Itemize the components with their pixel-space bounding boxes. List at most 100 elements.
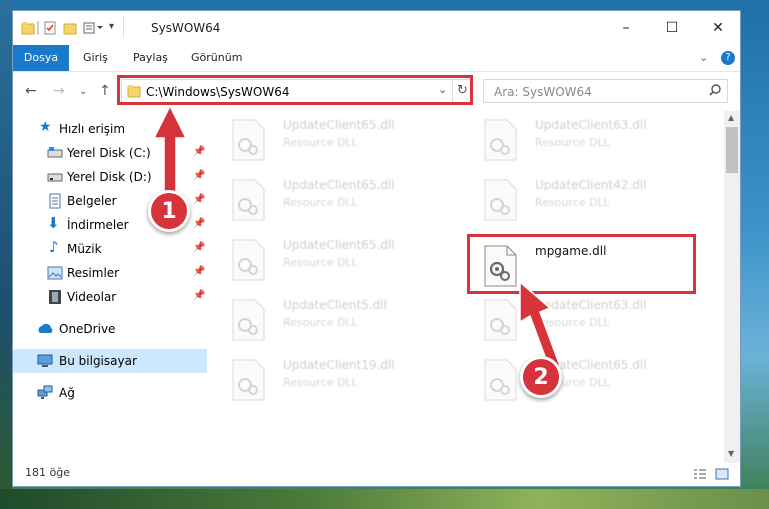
file-name: UpdateClient65.dll <box>283 118 395 132</box>
chevron-down-icon[interactable]: ⌄ <box>699 51 708 64</box>
dll-file-icon <box>483 179 517 221</box>
dll-file-icon <box>483 119 517 161</box>
file-type: Resource DLL <box>283 196 358 209</box>
folder-icon <box>21 21 35 35</box>
title-bar: ▾ SysWOW64 – ☐ ✕ <box>13 11 740 45</box>
item-count: 181 öğe <box>25 466 70 479</box>
step-badge-1: 1 <box>148 190 190 232</box>
documents-icon <box>47 193 63 209</box>
tab-share[interactable]: Paylaş <box>133 45 168 71</box>
tab-home[interactable]: Giriş <box>83 45 108 71</box>
drive-icon <box>47 169 63 185</box>
dll-file-icon <box>231 239 265 281</box>
pin-icon[interactable]: 📌 <box>193 146 205 157</box>
search-placeholder: Ara: SysWOW64 <box>494 85 592 99</box>
new-folder-icon[interactable] <box>63 21 77 35</box>
file-item[interactable]: UpdateClient65.dll Resource DLL <box>221 113 451 167</box>
tab-view[interactable]: Görünüm <box>191 45 242 71</box>
pin-icon[interactable]: 📌 <box>193 266 205 277</box>
search-box[interactable]: Ara: SysWOW64 <box>483 79 728 103</box>
file-highlight <box>467 234 696 294</box>
nav-label: Yerel Disk (C:) <box>67 146 151 160</box>
scrollbar-thumb[interactable] <box>726 127 738 173</box>
nav-this-pc[interactable]: Bu bilgisayar <box>13 349 207 373</box>
nav-item-music[interactable]: ♪ Müzik 📌 <box>13 237 207 261</box>
nav-label: Müzik <box>67 242 102 256</box>
desktop-wallpaper <box>0 0 12 509</box>
details-view-icon[interactable] <box>693 468 707 483</box>
toolbar-separator <box>37 21 39 35</box>
file-name: UpdateClient5.dll <box>283 298 387 312</box>
music-note-icon: ♪ <box>49 238 59 256</box>
file-type: Resource DLL <box>283 256 358 269</box>
nav-network[interactable]: Ağ <box>13 381 207 405</box>
file-name: UpdateClient65.dll <box>283 238 395 252</box>
nav-label: Yerel Disk (D:) <box>67 170 152 184</box>
file-type: Resource DLL <box>535 136 610 149</box>
pin-icon[interactable]: 📌 <box>193 242 205 253</box>
pin-icon[interactable]: 📌 <box>193 194 205 205</box>
minimize-button[interactable]: – <box>603 11 649 45</box>
file-item[interactable]: UpdateClient5.dll Resource DLL <box>221 293 451 347</box>
pin-icon[interactable]: 📌 <box>193 170 205 181</box>
nav-label: İndirmeler <box>67 218 129 232</box>
window-title: SysWOW64 <box>151 21 221 35</box>
file-type: Resource DLL <box>283 316 358 329</box>
download-arrow-icon: ⬇ <box>47 214 60 232</box>
nav-label: OneDrive <box>59 322 116 336</box>
maximize-button[interactable]: ☐ <box>649 11 695 45</box>
nav-label: Belgeler <box>67 194 117 208</box>
chevron-down-icon[interactable]: ▾ <box>109 21 123 35</box>
cloud-icon <box>37 321 53 337</box>
file-name: UpdateClient42.dll <box>535 178 647 192</box>
nav-item-pictures[interactable]: Resimler 📌 <box>13 261 207 285</box>
dll-file-icon <box>231 179 265 221</box>
nav-label: Resimler <box>67 266 120 280</box>
address-bar-highlight <box>117 75 473 105</box>
pictures-icon <box>47 265 63 281</box>
pin-icon[interactable]: 📌 <box>193 290 205 301</box>
close-button[interactable]: ✕ <box>695 11 741 45</box>
pin-icon[interactable]: 📌 <box>193 218 205 229</box>
up-arrow-icon[interactable]: ↑ <box>99 83 111 99</box>
vertical-scrollbar[interactable]: ▲ ▼ <box>724 111 740 463</box>
network-icon <box>37 385 53 401</box>
dll-file-icon <box>231 119 265 161</box>
nav-label: Bu bilgisayar <box>59 354 137 368</box>
star-icon: ★ <box>39 119 52 135</box>
properties-icon[interactable] <box>43 21 57 35</box>
nav-label: Videolar <box>67 290 117 304</box>
nav-onedrive[interactable]: OneDrive <box>13 317 207 341</box>
dll-file-icon <box>231 299 265 341</box>
nav-label: Hızlı erişim <box>59 122 126 136</box>
title-divider <box>123 17 124 37</box>
desktop-wallpaper-bottom <box>0 489 769 509</box>
file-item[interactable]: UpdateClient63.dll Resource DLL <box>473 113 703 167</box>
large-icons-view-icon[interactable] <box>715 467 729 484</box>
nav-label: Ağ <box>59 386 75 400</box>
file-item[interactable]: UpdateClient19.dll Resource DLL <box>221 353 451 407</box>
file-name: UpdateClient63.dll <box>535 118 647 132</box>
back-arrow-icon[interactable]: ← <box>25 83 37 99</box>
scroll-down-icon[interactable]: ▼ <box>728 449 734 458</box>
help-icon[interactable]: ? <box>721 51 735 65</box>
search-icon[interactable] <box>708 83 722 100</box>
ribbon-tabs: Dosya Giriş Paylaş Görünüm ⌄ ? <box>13 45 740 72</box>
tab-file[interactable]: Dosya <box>13 45 69 71</box>
drive-icon <box>47 145 63 161</box>
file-item[interactable]: UpdateClient65.dll Resource DLL <box>221 233 451 287</box>
file-name: UpdateClient65.dll <box>283 178 395 192</box>
file-item[interactable]: UpdateClient65.dll Resource DLL <box>221 173 451 227</box>
dll-file-icon <box>231 359 265 401</box>
customize-toolbar-icon[interactable] <box>83 21 103 35</box>
scroll-up-icon[interactable]: ▲ <box>728 113 734 122</box>
forward-arrow-icon[interactable]: → <box>53 83 65 99</box>
file-type: Resource DLL <box>535 196 610 209</box>
film-icon <box>47 289 63 305</box>
recent-locations-chevron-icon[interactable]: ⌄ <box>79 86 87 97</box>
file-item[interactable]: UpdateClient42.dll Resource DLL <box>473 173 703 227</box>
nav-item-videos[interactable]: Videolar 📌 <box>13 285 207 309</box>
file-type: Resource DLL <box>283 376 358 389</box>
computer-icon <box>37 353 53 369</box>
file-type: Resource DLL <box>283 136 358 149</box>
